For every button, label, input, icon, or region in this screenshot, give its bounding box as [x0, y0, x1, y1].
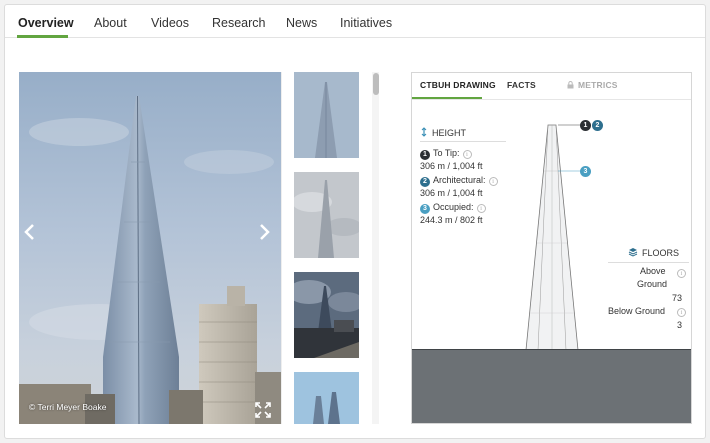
prev-photo-button[interactable]	[23, 222, 43, 248]
floors-header-rule	[608, 262, 689, 263]
tab-overview[interactable]: Overview	[18, 16, 74, 30]
tab-videos[interactable]: Videos	[151, 16, 189, 30]
section-tabs: Overview About Videos Research News Init…	[5, 5, 705, 38]
drawing-panel: CTBUH DRAWING FACTS METRICS HEIGHT 1 To T…	[411, 72, 692, 424]
lock-icon	[567, 81, 574, 89]
tab-metrics[interactable]: METRICS	[567, 73, 618, 99]
above-ground-value: 73	[672, 293, 683, 303]
occupied-marker: 3	[580, 166, 591, 177]
height-arrows-icon	[421, 127, 427, 137]
tab-about[interactable]: About	[94, 16, 127, 30]
thumbnail-strip	[281, 72, 379, 424]
tower-photo-illustration	[19, 95, 281, 424]
architectural-row: 2 Architectural: i	[420, 175, 498, 187]
thumbnail-image	[294, 372, 359, 424]
thumbnail-1[interactable]	[294, 72, 359, 158]
to-tip-value: 306 m / 1,004 ft	[420, 161, 483, 171]
badge-3: 3	[420, 204, 430, 214]
tab-news[interactable]: News	[286, 16, 317, 30]
thumbnail-2[interactable]	[294, 172, 359, 258]
next-photo-button[interactable]	[257, 222, 277, 248]
tab-research[interactable]: Research	[212, 16, 266, 30]
active-tab-indicator	[17, 35, 68, 38]
badge-2: 2	[420, 177, 430, 187]
chevron-right-icon	[260, 224, 270, 240]
occupied-value: 244.3 m / 802 ft	[420, 215, 483, 225]
architectural-value: 306 m / 1,004 ft	[420, 188, 483, 198]
tower-elevation-drawing	[525, 124, 582, 351]
info-icon[interactable]: i	[677, 269, 686, 278]
height-header-rule	[420, 141, 506, 142]
info-icon[interactable]: i	[488, 177, 498, 186]
above-ground-label-line-2: Ground	[637, 279, 668, 289]
thumbnail-3[interactable]	[294, 272, 359, 358]
to-tip-label: To Tip:	[433, 148, 460, 158]
info-icon[interactable]: i	[476, 204, 486, 213]
building-profile-card: Overview About Videos Research News Init…	[4, 4, 706, 439]
info-icon[interactable]: i	[677, 308, 686, 317]
metrics-tab-label: METRICS	[578, 80, 618, 90]
chevron-left-icon	[24, 224, 34, 240]
floors-header: FLOORS	[628, 247, 679, 258]
scrollbar-thumb[interactable]	[373, 73, 379, 95]
thumbnail-4[interactable]	[294, 372, 359, 424]
expand-photo-button[interactable]	[255, 402, 271, 418]
thumbnail-image	[294, 172, 359, 258]
below-ground-label: Below Ground	[608, 306, 666, 316]
thumbnail-image	[294, 72, 359, 158]
above-ground-label: Above	[640, 266, 666, 276]
thumbnail-image	[294, 272, 359, 358]
below-ground-value: 3	[677, 320, 683, 330]
height-header: HEIGHT	[420, 127, 466, 138]
architectural-marker: 2	[592, 120, 603, 131]
photo-credit: © Terri Meyer Boake	[29, 402, 107, 412]
height-header-label: HEIGHT	[432, 128, 467, 138]
tip-marker: 1	[580, 120, 591, 131]
to-tip-row: 1 To Tip: i	[420, 148, 472, 160]
architectural-label: Architectural:	[433, 175, 486, 185]
info-icon[interactable]: i	[462, 150, 472, 159]
panel-tab-divider	[412, 99, 691, 100]
expand-icon	[255, 402, 271, 418]
thumbnail-scrollbar[interactable]	[372, 72, 379, 424]
floors-header-label: FLOORS	[642, 248, 680, 258]
occupied-label: Occupied:	[433, 202, 474, 212]
ground-block	[412, 350, 691, 423]
main-photo[interactable]: © Terri Meyer Boake	[19, 72, 281, 424]
layers-icon	[628, 248, 638, 257]
badge-1: 1	[420, 150, 430, 160]
occupied-row: 3 Occupied: i	[420, 202, 486, 214]
tab-initiatives[interactable]: Initiatives	[340, 16, 392, 30]
tab-ctbuh-drawing[interactable]: CTBUH DRAWING	[412, 73, 496, 99]
tab-facts[interactable]: FACTS	[507, 73, 536, 99]
